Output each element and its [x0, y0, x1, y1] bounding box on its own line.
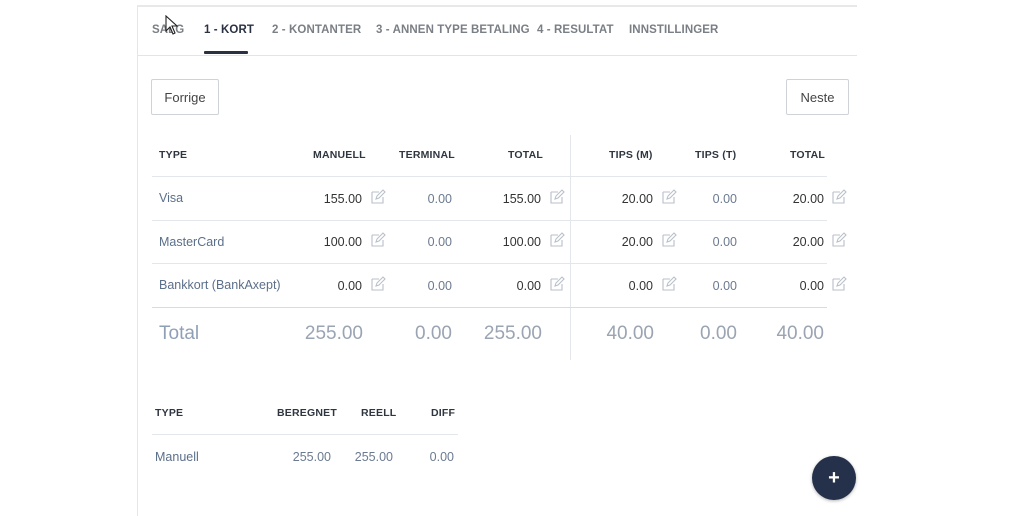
- cell-total: 0.00: [516, 279, 541, 293]
- mouse-cursor-icon: [165, 14, 179, 35]
- tab-other-payment[interactable]: 3 - ANNEN TYPE BETALING: [376, 24, 530, 36]
- cell-total: 100.00: [502, 235, 541, 249]
- edit-icon[interactable]: [831, 232, 847, 248]
- cell-tips-total: 20.00: [792, 235, 824, 249]
- add-button[interactable]: +: [812, 456, 856, 500]
- cell-total: 155.00: [502, 192, 541, 206]
- cell-manual: 100.00: [323, 235, 362, 249]
- cell-tips-manual: 20.00: [621, 235, 653, 249]
- row-divider: [152, 220, 827, 221]
- col-header-terminal: TERMINAL: [399, 149, 455, 161]
- cell-manual: 155.00: [323, 192, 362, 206]
- summary-row-type: Manuell: [155, 450, 199, 464]
- cell-tips-manual: 0.00: [628, 279, 653, 293]
- col-header-tips-total: TOTAL: [790, 149, 826, 161]
- total-tips-total: 40.00: [776, 323, 824, 344]
- edit-icon[interactable]: [661, 232, 677, 248]
- summary-row-diff: 0.00: [429, 450, 454, 464]
- next-button[interactable]: Neste: [786, 79, 849, 115]
- cell-terminal: 0.00: [427, 235, 452, 249]
- cell-tips-terminal: 0.00: [712, 192, 737, 206]
- tab-bar: SALG 1 - KORT 2 - KONTANTER 3 - ANNEN TY…: [138, 7, 857, 56]
- tab-card[interactable]: 1 - KORT: [204, 24, 254, 36]
- total-manual: 255.00: [304, 323, 363, 344]
- edit-icon[interactable]: [370, 276, 386, 292]
- cashup-panel: SALG 1 - KORT 2 - KONTANTER 3 - ANNEN TY…: [137, 5, 857, 516]
- edit-icon[interactable]: [549, 189, 565, 205]
- row-type-mastercard: MasterCard: [159, 235, 225, 249]
- previous-button[interactable]: Forrige: [151, 79, 219, 115]
- col-header-manual: MANUELL: [313, 149, 366, 161]
- tab-settings[interactable]: INNSTILLINGER: [629, 24, 718, 36]
- totals-label: Total: [159, 323, 200, 344]
- edit-icon[interactable]: [661, 276, 677, 292]
- summary-row-computed: 255.00: [292, 450, 331, 464]
- total-tips-manual: 40.00: [606, 323, 654, 344]
- summary-header-actual: REELL: [361, 407, 397, 419]
- edit-icon[interactable]: [370, 232, 386, 248]
- column-group-divider: [570, 135, 571, 360]
- total-terminal: 0.00: [415, 323, 452, 344]
- total-tips-terminal: 0.00: [700, 323, 737, 344]
- summary-header-computed: BEREGNET: [277, 407, 337, 419]
- summary-row-actual: 255.00: [354, 450, 393, 464]
- edit-icon[interactable]: [370, 189, 386, 205]
- summary-header-divider: [152, 434, 458, 435]
- col-header-total: TOTAL: [508, 149, 544, 161]
- edit-icon[interactable]: [549, 232, 565, 248]
- edit-icon[interactable]: [549, 276, 565, 292]
- tab-cash[interactable]: 2 - KONTANTER: [272, 24, 361, 36]
- header-divider: [152, 176, 827, 177]
- row-type-visa: Visa: [159, 191, 184, 205]
- col-header-tips-manual: TIPS (M): [609, 149, 653, 161]
- cell-tips-terminal: 0.00: [712, 279, 737, 293]
- row-divider: [152, 263, 827, 264]
- totals-divider: [152, 307, 827, 308]
- col-header-tips-terminal: TIPS (T): [695, 149, 737, 161]
- edit-icon[interactable]: [831, 189, 847, 205]
- summary-header-type: TYPE: [155, 407, 184, 419]
- cell-tips-terminal: 0.00: [712, 235, 737, 249]
- edit-icon[interactable]: [661, 189, 677, 205]
- col-header-type: TYPE: [159, 149, 188, 161]
- cell-tips-manual: 20.00: [621, 192, 653, 206]
- row-type-bankaxept: Bankkort (BankAxept): [159, 278, 281, 292]
- cell-tips-total: 0.00: [799, 279, 824, 293]
- active-tab-indicator: [204, 51, 248, 54]
- tab-result[interactable]: 4 - RESULTAT: [537, 24, 614, 36]
- cell-terminal: 0.00: [427, 279, 452, 293]
- cell-tips-total: 20.00: [792, 192, 824, 206]
- edit-icon[interactable]: [831, 276, 847, 292]
- cell-terminal: 0.00: [427, 192, 452, 206]
- summary-header-diff: DIFF: [431, 407, 456, 419]
- total-total: 255.00: [483, 323, 542, 344]
- cell-manual: 0.00: [337, 279, 362, 293]
